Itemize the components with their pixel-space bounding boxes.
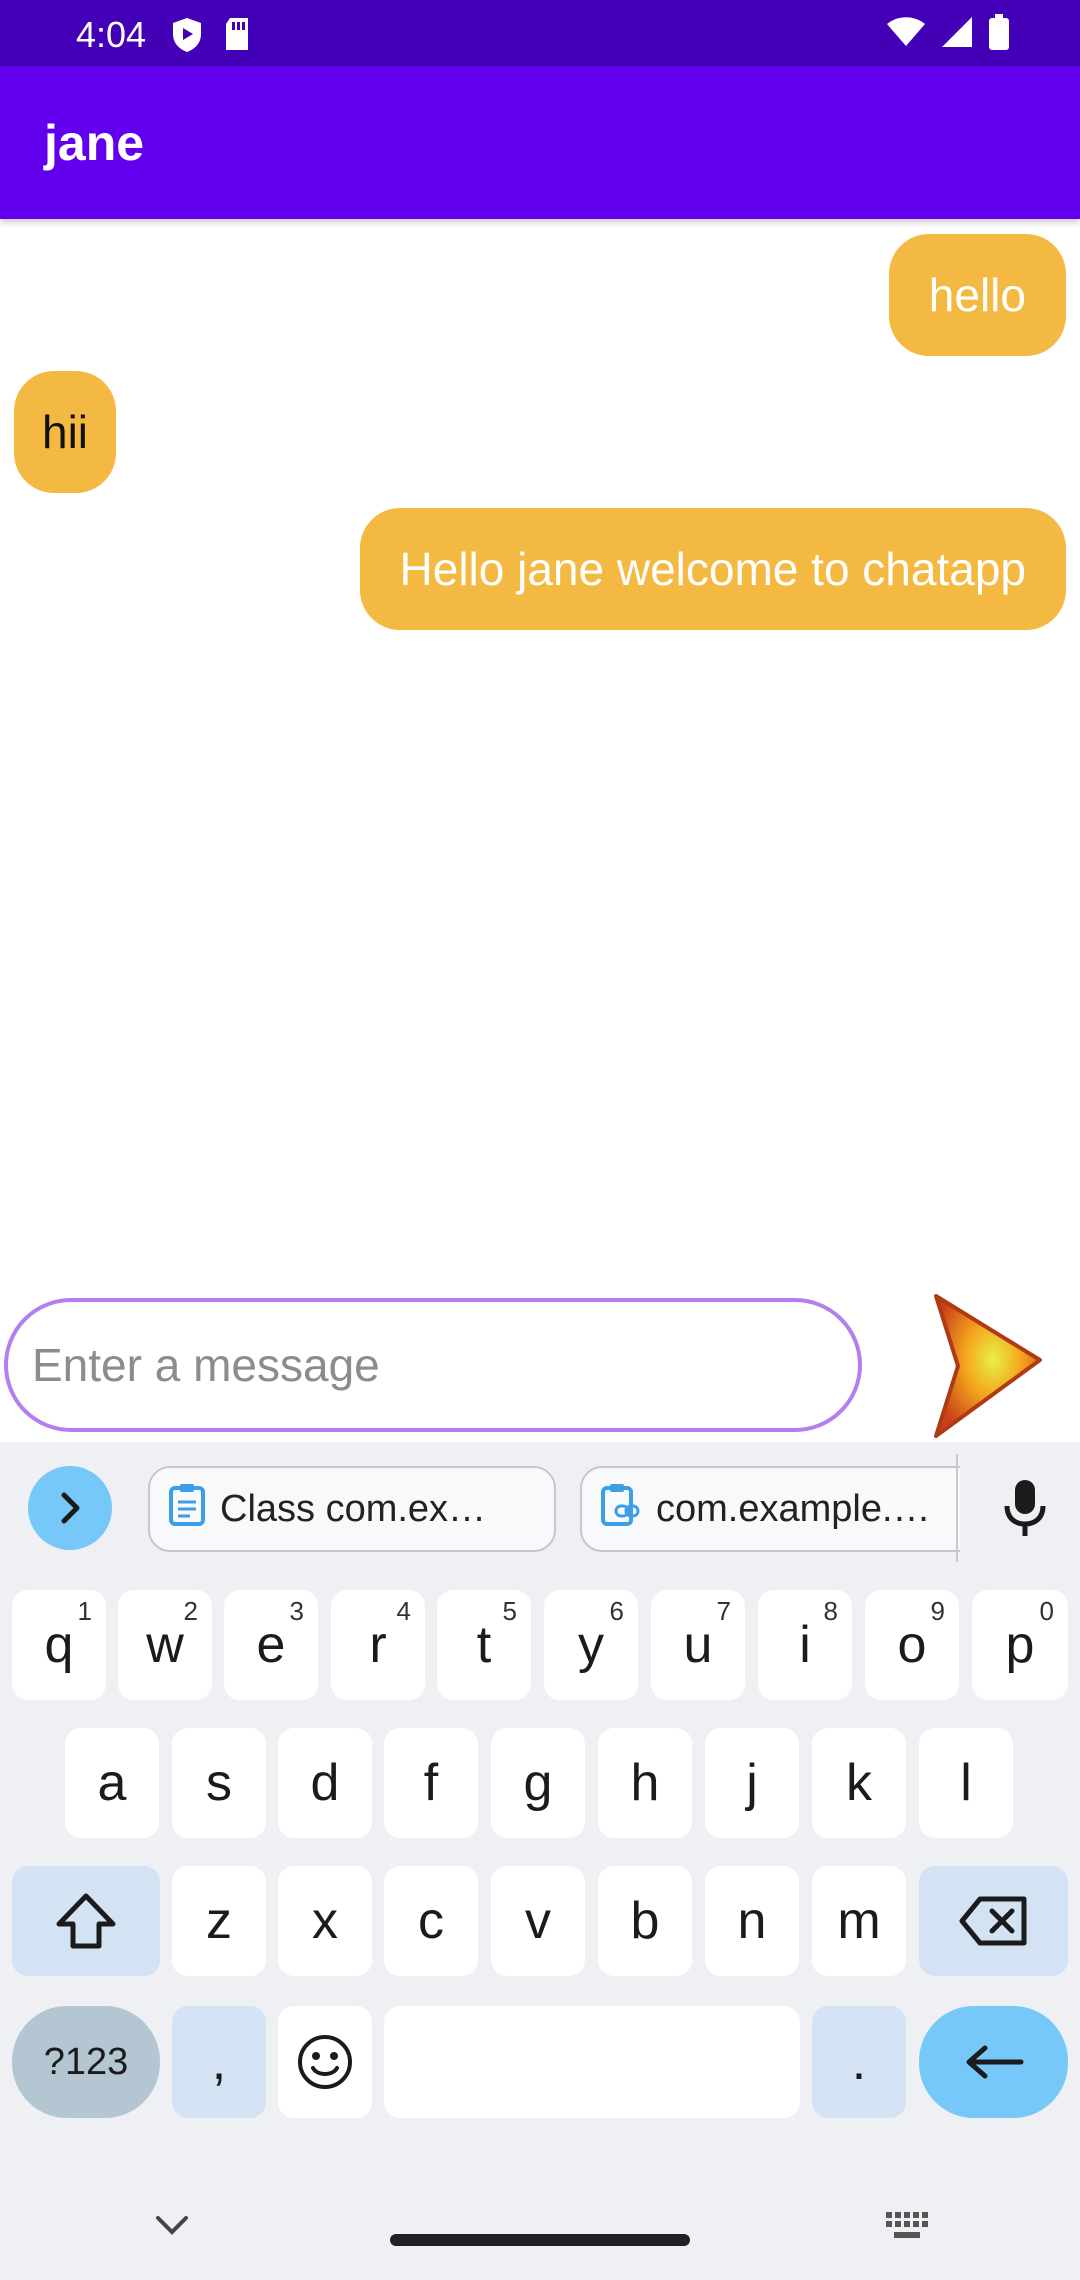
- key-d[interactable]: d: [278, 1728, 372, 1838]
- key-label: t: [476, 1616, 492, 1674]
- clipboard-suggestion-chip[interactable]: Class com.ex…: [148, 1466, 556, 1552]
- key-u[interactable]: u7: [651, 1590, 745, 1700]
- wifi-icon: [886, 16, 926, 53]
- home-gesture-handle[interactable]: [390, 2234, 690, 2246]
- key-w[interactable]: w2: [118, 1590, 212, 1700]
- backspace-icon: [959, 1896, 1026, 1946]
- keyboard-icon: [886, 2212, 928, 2238]
- key-label: w: [146, 1616, 184, 1674]
- key-label: r: [369, 1616, 387, 1674]
- space-key[interactable]: [384, 2006, 800, 2118]
- chevron-down-icon: [156, 2216, 188, 2235]
- key-s[interactable]: s: [172, 1728, 266, 1838]
- sent-message-bubble[interactable]: Hello jane welcome to chatapp: [359, 508, 1066, 630]
- key-hint: 4: [396, 1596, 411, 1626]
- key-label: o: [897, 1616, 927, 1674]
- key-hint: 1: [77, 1596, 92, 1626]
- key-a[interactable]: a: [65, 1728, 159, 1838]
- key-c[interactable]: c: [384, 1866, 478, 1976]
- key-v[interactable]: v: [491, 1866, 585, 1976]
- play-protect-icon: [170, 16, 204, 59]
- send-arrow-icon: [934, 1294, 1042, 1438]
- key-hint: 3: [289, 1596, 304, 1626]
- key-hint: 8: [823, 1596, 838, 1626]
- key-j[interactable]: j: [705, 1728, 799, 1838]
- switch-keyboard-button[interactable]: [884, 2210, 930, 2247]
- key-k[interactable]: k: [812, 1728, 906, 1838]
- key-r[interactable]: r4: [331, 1590, 425, 1700]
- enter-key[interactable]: [919, 2006, 1068, 2118]
- key-t[interactable]: t5: [437, 1590, 531, 1700]
- period-key[interactable]: .: [812, 2006, 906, 2118]
- suggestion-divider: [956, 1454, 958, 1562]
- key-label: p: [1005, 1616, 1035, 1674]
- key-hint: 0: [1039, 1596, 1054, 1626]
- backspace-key[interactable]: [919, 1866, 1068, 1976]
- status-bar: 4:04: [0, 0, 1080, 66]
- shift-key[interactable]: [12, 1866, 160, 1976]
- key-e[interactable]: e3: [224, 1590, 318, 1700]
- key-m[interactable]: m: [812, 1866, 906, 1976]
- status-time: 4:04: [76, 14, 147, 55]
- key-label: q: [44, 1616, 74, 1674]
- received-message-bubble[interactable]: hii: [14, 371, 117, 493]
- chevron-right-icon: [61, 1492, 80, 1524]
- enter-arrow-icon: [966, 2045, 1023, 2079]
- keyboard-toolbar-expand-button[interactable]: [28, 1466, 112, 1550]
- soft-keyboard: Class com.ex… com.example.… q1 w2 e3 r4 …: [0, 1442, 1080, 2280]
- key-hint: 9: [930, 1596, 945, 1626]
- key-b[interactable]: b: [598, 1866, 692, 1976]
- clipboard-chip-label: Class com.ex…: [220, 1487, 487, 1530]
- sd-card-icon: [222, 16, 252, 59]
- key-x[interactable]: x: [278, 1866, 372, 1976]
- clipboard-suggestion-chip[interactable]: com.example.…: [580, 1466, 960, 1552]
- shift-arrow-icon: [56, 1893, 116, 1949]
- symbols-key[interactable]: ?123: [12, 2006, 160, 2118]
- key-q[interactable]: q1: [12, 1590, 106, 1700]
- emoji-icon: [298, 2035, 352, 2089]
- key-hint: 5: [502, 1596, 517, 1626]
- key-p[interactable]: p0: [972, 1590, 1068, 1700]
- key-h[interactable]: h: [598, 1728, 692, 1838]
- hide-keyboard-button[interactable]: [154, 2214, 190, 2241]
- key-o[interactable]: o9: [865, 1590, 959, 1700]
- app-bar: jane: [0, 66, 1080, 219]
- key-hint: 2: [183, 1596, 198, 1626]
- clipboard-link-icon: [600, 1482, 642, 1536]
- emoji-key[interactable]: [278, 2006, 372, 2118]
- signal-icon: [940, 15, 974, 54]
- keyboard-suggestion-strip: Class com.ex… com.example.…: [0, 1442, 1080, 1572]
- key-hint: 6: [609, 1596, 624, 1626]
- send-button[interactable]: [928, 1290, 1048, 1440]
- key-label: y: [578, 1616, 604, 1674]
- message-list[interactable]: hello hii Hello jane welcome to chatapp: [0, 220, 1080, 1290]
- message-input-container: [4, 1298, 862, 1432]
- key-g[interactable]: g: [491, 1728, 585, 1838]
- key-n[interactable]: n: [705, 1866, 799, 1976]
- voice-input-button[interactable]: [1000, 1478, 1050, 1543]
- microphone-icon: [1004, 1480, 1046, 1536]
- key-l[interactable]: l: [919, 1728, 1013, 1838]
- key-label: u: [683, 1616, 713, 1674]
- key-y[interactable]: y6: [544, 1590, 638, 1700]
- clipboard-icon: [168, 1482, 206, 1536]
- navigation-bar: [0, 2182, 1080, 2280]
- message-input[interactable]: [8, 1302, 858, 1428]
- sent-message-bubble[interactable]: hello: [888, 234, 1066, 356]
- key-i[interactable]: i8: [758, 1590, 852, 1700]
- key-label: i: [799, 1616, 811, 1674]
- key-f[interactable]: f: [384, 1728, 478, 1838]
- key-z[interactable]: z: [172, 1866, 266, 1976]
- key-label: e: [256, 1616, 286, 1674]
- battery-icon: [988, 14, 1010, 55]
- key-hint: 7: [716, 1596, 731, 1626]
- conversation-title: jane: [44, 115, 145, 171]
- comma-key[interactable]: ,: [172, 2006, 266, 2118]
- clipboard-chip-label: com.example.…: [656, 1487, 931, 1530]
